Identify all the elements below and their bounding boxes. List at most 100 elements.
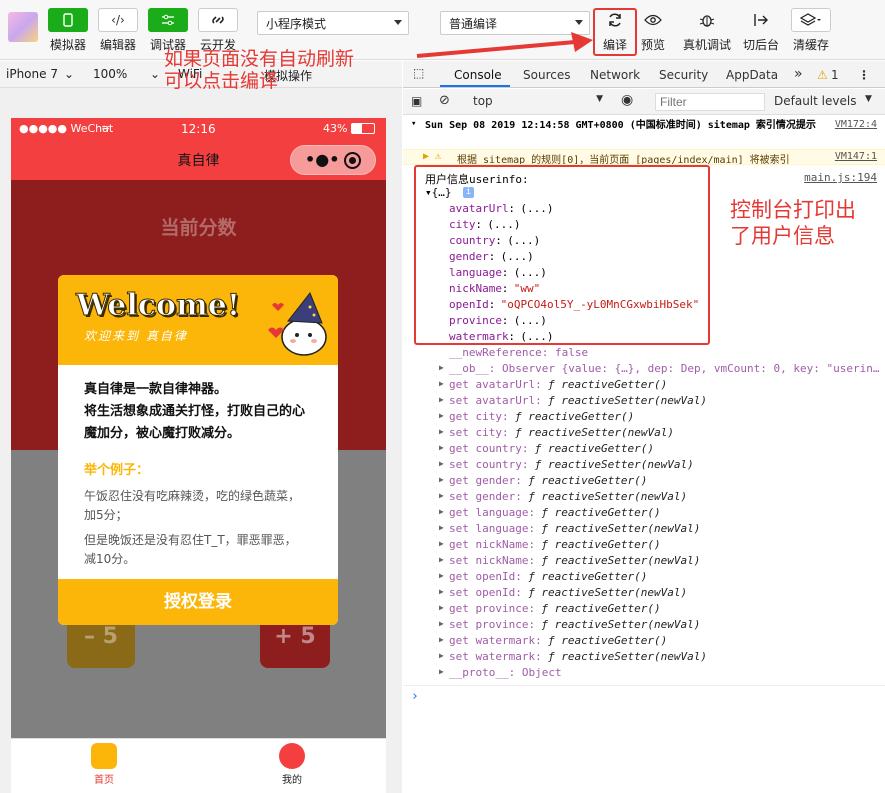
warning-count: 1 (831, 68, 839, 82)
accessor-row: ▶ get city: ƒ reactiveGetter() (403, 409, 885, 425)
accessor-row: ▶ get nickName: ƒ reactiveGetter() (403, 537, 885, 553)
accessor-name: get watermark: (449, 634, 542, 647)
expand-arrow-icon: ▶ (439, 667, 444, 676)
compile-hint-line2: 可以点击编译 (164, 70, 279, 92)
device-select[interactable]: iPhone 7 (6, 67, 58, 81)
accessor-row: ▶ set avatarUrl: ƒ reactiveSetter(newVal) (403, 393, 885, 409)
accessor-row: ▶ get gender: ƒ reactiveGetter() (403, 473, 885, 489)
user-avatar[interactable] (8, 12, 38, 42)
accessor-name: set city: (449, 426, 509, 439)
accessor-name: get country: (449, 442, 529, 455)
accessor-fn: ƒ reactiveSetter(newVal) (541, 522, 701, 535)
expand-arrow-icon: ▶ (439, 411, 444, 420)
phone-status-bar: ●●●●● WeChat ≈ 12:16 43% (11, 118, 386, 140)
accessor-fn: ƒ reactiveGetter() (548, 378, 668, 391)
accessor-fn: ƒ reactiveSetter(newVal) (528, 490, 688, 503)
inspect-element-icon[interactable]: ⬚ (413, 66, 424, 80)
context-value: top (473, 94, 493, 108)
accessor-fn: ƒ reactiveSetter(newVal) (548, 394, 707, 407)
remote-debug-button[interactable]: 真机调试 (676, 8, 738, 53)
expand-arrow-icon: ▶ (439, 571, 444, 580)
log-entry-warning: ▶ ⚠ 根据 sitemap 的规则[0]，当前页面 [pages/index/m… (403, 149, 885, 165)
log-source-link[interactable]: VM172:4 (835, 119, 877, 130)
accessor-row: ▶ set watermark: ƒ reactiveSetter(newVal) (403, 649, 885, 665)
warning-text: 根据 sitemap 的规则[0]，当前页面 [pages/index/main… (457, 155, 790, 165)
expand-arrow-icon: ▶ (439, 427, 444, 436)
mode-select[interactable]: 小程序模式 (257, 11, 409, 35)
authorize-login-button[interactable]: 授权登录 (58, 579, 338, 625)
warning-source-link[interactable]: VM147:1 (835, 151, 877, 162)
cloud-dev-button[interactable]: 云开发 (187, 8, 249, 53)
expand-arrow-icon: ▶ (439, 379, 444, 388)
compile-hint-line1: 如果页面没有自动刷新 (164, 48, 355, 70)
accessor-name: set gender: (449, 490, 522, 503)
sliders-icon (148, 8, 188, 32)
userinfo-source-link[interactable]: main.js:194 (804, 171, 877, 184)
tab-mine[interactable]: 我的 (252, 743, 332, 786)
object-field-proto: ▶ __proto__: Object (403, 665, 885, 681)
clear-console-icon[interactable]: ⊘ (439, 93, 450, 108)
accessor-row: ▶ set province: ƒ reactiveSetter(newVal) (403, 617, 885, 633)
console-hint-line1: 控制台打印出 (730, 198, 856, 222)
tab-mine-label: 我的 (282, 775, 302, 786)
example-two: 但是晚饭还是没有忍住T_T，罪恶罪恶，减10分。 (84, 533, 297, 566)
console-prompt[interactable]: › (403, 685, 885, 701)
welcome-heading: Welcome! (75, 288, 241, 324)
compile-hint-annotation: 如果页面没有自动刷新 可以点击编译 (164, 48, 354, 92)
mascot-illustration (268, 292, 327, 356)
log-levels-select[interactable]: Default levels (774, 94, 856, 108)
object-field-observer: ▶ __ob__: Observer {value: {…}, dep: Dep,… (403, 361, 885, 377)
mode-select-value: 小程序模式 (266, 17, 327, 31)
accessor-row: ▶ set gender: ƒ reactiveSetter(newVal) (403, 489, 885, 505)
more-dots-icon[interactable]: •●• (305, 150, 339, 169)
console-hint-annotation: 控制台打印出 了用户信息 (730, 197, 856, 249)
tab-home[interactable]: 首页 (64, 743, 144, 786)
example-title: 举个例子： (84, 463, 150, 478)
expand-arrow-icon: ▶ (439, 619, 444, 628)
clock-label: 12:16 (181, 122, 216, 136)
accessor-name: get city: (449, 410, 509, 423)
eye-icon (633, 8, 673, 32)
sidebar-toggle-icon[interactable]: ▣ (411, 94, 422, 108)
devtools-menu-icon[interactable]: ⋮ (858, 68, 870, 82)
context-select[interactable]: top ▼ (473, 94, 603, 110)
devtools-tabbar: ⬚ Console Sources Network Security AppDa… (403, 61, 885, 88)
caret-down-icon: ▼ (596, 94, 603, 104)
tab-security[interactable]: Security (659, 68, 708, 82)
tab-console[interactable]: Console (454, 68, 502, 82)
accessor-fn: ƒ reactiveSetter(newVal) (528, 586, 688, 599)
tab-network[interactable]: Network (590, 68, 640, 82)
active-tab-indicator (440, 85, 510, 87)
expand-arrow-icon: ▶ (439, 603, 444, 612)
cloud-link-icon (198, 8, 238, 32)
console-filter-input[interactable] (655, 93, 765, 111)
accessor-row: ▶ get country: ƒ reactiveGetter() (403, 441, 885, 457)
accessor-fn: ƒ reactiveGetter() (541, 602, 661, 615)
tab-appdata[interactable]: AppData (726, 68, 778, 82)
code-icon: ‹/› (98, 8, 138, 32)
log-text: Sun Sep 08 2019 12:14:58 GMT+0800 (中国标准时… (425, 120, 816, 131)
tab-home-label: 首页 (94, 775, 114, 786)
accessor-fn: ƒ reactiveGetter() (541, 506, 661, 519)
close-capsule-icon[interactable] (344, 152, 361, 169)
accessor-name: set nickName: (449, 554, 536, 567)
object-field-new-reference: __newReference: false (403, 345, 885, 361)
zoom-select[interactable]: 100% (93, 67, 127, 81)
eye-icon[interactable]: ◉ (621, 92, 633, 108)
accessor-name: get gender: (449, 474, 522, 487)
accessor-fn: ƒ reactiveGetter() (534, 442, 655, 455)
accessor-fn: ƒ reactiveGetter() (548, 634, 668, 647)
bug-icon (687, 8, 727, 32)
home-tab-icon (91, 743, 117, 769)
chevron-down-icon: ⌄ (64, 67, 75, 81)
welcome-subtitle: 欢迎来到 真自律 (84, 329, 188, 343)
caret-down-icon (394, 20, 402, 25)
expand-arrow-icon: ▶ (439, 363, 444, 372)
phone-icon (48, 8, 88, 32)
more-tabs-icon[interactable]: » (794, 66, 803, 82)
clear-cache-button[interactable]: 清缓存 (780, 8, 842, 53)
expand-arrow-icon: ▶ (439, 475, 444, 484)
tab-sources[interactable]: Sources (523, 68, 570, 82)
accessor-name: get province: (449, 602, 536, 615)
remote-debug-label: 真机调试 (682, 38, 731, 52)
